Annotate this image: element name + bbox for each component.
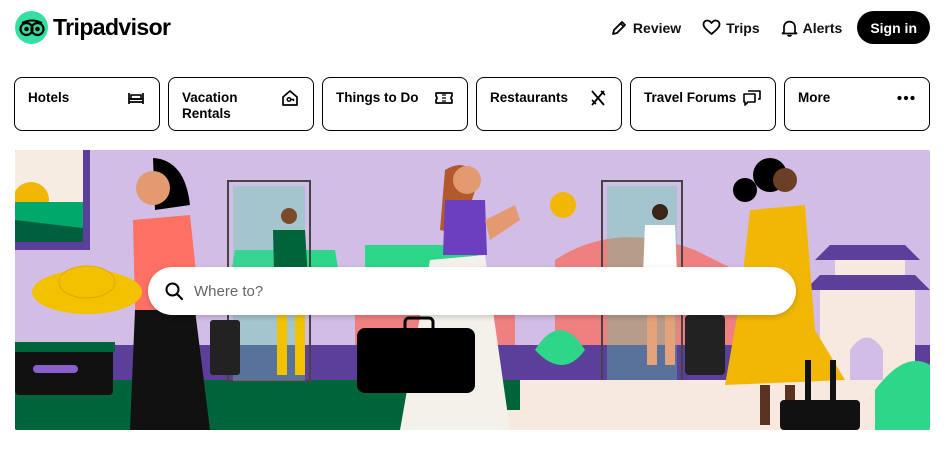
category-label: Restaurants — [490, 90, 569, 105]
pencil-icon — [612, 20, 626, 35]
trips-label: Trips — [726, 19, 760, 36]
category-label: Things to Do — [336, 90, 419, 105]
owl-logo-icon — [15, 11, 48, 44]
bed-icon — [128, 93, 144, 104]
sign-in-button[interactable]: Sign in — [857, 11, 930, 44]
category-things-to-do[interactable]: Things to Do — [322, 77, 468, 131]
category-tabs: Hotels Vacation Rentals Things to Do Res… — [14, 77, 930, 131]
chat-bubbles-icon — [743, 90, 761, 106]
alerts-link[interactable]: Alerts — [781, 19, 843, 37]
search-icon — [165, 282, 184, 301]
heart-icon — [702, 19, 721, 35]
category-more[interactable]: More — [784, 77, 930, 131]
header: Tripadvisor Review Trips Alerts Sign in — [0, 0, 952, 56]
trips-link[interactable]: Trips — [702, 19, 760, 36]
review-label: Review — [632, 19, 682, 36]
search-bar[interactable] — [148, 267, 796, 315]
category-label: More — [798, 90, 831, 105]
category-restaurants[interactable]: Restaurants — [476, 77, 622, 131]
header-nav: Review Trips Alerts Sign in — [589, 11, 930, 44]
ticket-icon — [435, 92, 453, 104]
brand-name: Tripadvisor — [53, 14, 171, 40]
review-link[interactable]: Review — [610, 19, 681, 37]
category-travel-forums[interactable]: Travel Forums — [630, 77, 776, 131]
alerts-label: Alerts — [802, 19, 843, 36]
category-label: Travel Forums — [644, 90, 737, 105]
bell-icon — [781, 20, 797, 37]
category-label: Hotels — [28, 90, 70, 105]
category-label: Vacation Rentals — [182, 90, 238, 121]
more-dots-icon — [897, 95, 915, 101]
search-input[interactable] — [194, 282, 754, 300]
tripadvisor-logo[interactable]: Tripadvisor — [15, 11, 171, 44]
category-hotels[interactable]: Hotels — [14, 77, 160, 131]
fork-knife-icon — [591, 90, 606, 106]
category-vacation-rentals[interactable]: Vacation Rentals — [168, 77, 314, 131]
house-icon — [282, 90, 298, 106]
